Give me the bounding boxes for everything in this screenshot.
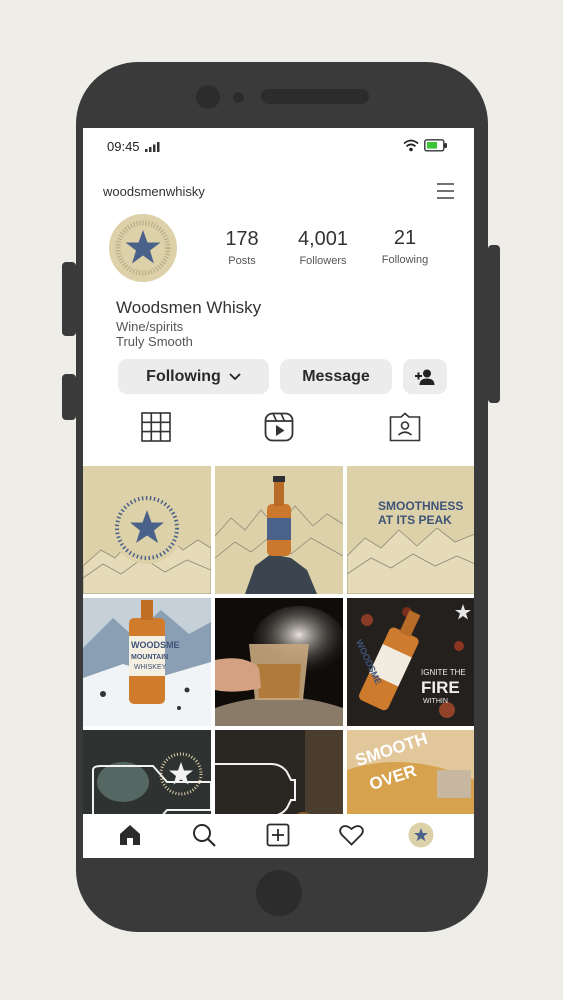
chevron-down-icon [229,372,241,380]
stat-posts[interactable]: 178 Posts [202,228,282,267]
wifi-icon [403,139,419,152]
post-5-artwork [215,606,343,726]
signal-icon [145,142,160,152]
stat-following-label: Following [381,254,429,266]
profile-bio: Truly Smooth [116,334,193,349]
stat-following-value: 21 [393,227,417,249]
post-4-label-1: WOODSME [131,640,180,650]
avatar[interactable] [109,214,177,282]
add-person-icon [415,369,435,385]
power-button [488,245,500,403]
tab-grid-icon[interactable] [141,412,171,442]
home-icon[interactable] [118,823,142,847]
post-tile-6[interactable]: WOODSME IGNITE THE FIRE WITHIN [347,598,474,726]
post-4-label-3: WHISKEY [134,664,167,671]
post-tile-1[interactable] [83,466,211,594]
post-3-headline-1: SMOOTHNESS [378,499,464,513]
stat-followers[interactable]: 4,001 Followers [283,228,363,267]
profile-avatar-icon[interactable] [408,822,434,848]
following-button-label: Following [146,367,221,385]
new-post-icon[interactable] [266,823,290,847]
front-camera [196,85,220,109]
post-3-headline-2: AT ITS PEAK [378,513,452,527]
search-icon[interactable] [192,823,216,847]
stat-followers-label: Followers [299,255,347,267]
heart-icon[interactable] [339,824,364,846]
post-4-artwork [83,598,211,726]
app-screen: 09:45 woodsmenwhisky 178 Posts 4,001 Fol… [83,128,474,858]
profile-name: Woodsmen Whisky [116,298,262,317]
stat-posts-label: Posts [228,255,256,267]
volume-up-button [62,262,76,336]
bottom-nav [83,814,474,858]
status-time: 09:45 [107,139,140,154]
earpiece-speaker [261,89,369,104]
tab-reels-icon[interactable] [264,412,294,442]
post-3-artwork [347,527,474,594]
post-6-headline-3: WITHIN [423,698,448,705]
post-tile-2[interactable] [215,466,343,594]
message-button[interactable]: Message [280,359,392,394]
following-button[interactable]: Following [118,359,269,394]
post-1-artwork [83,492,211,594]
post-4-label-2: MOUNTAIN [131,654,169,661]
volume-down-button [62,374,76,420]
post-tile-3[interactable]: SMOOTHNESS AT ITS PEAK [347,466,474,594]
menu-icon[interactable] [436,182,455,200]
tab-tagged-icon[interactable] [389,412,421,442]
add-user-button[interactable] [403,359,447,394]
stat-following[interactable]: 21 Following [365,227,445,266]
post-6-headline-2: FIRE [421,678,460,697]
post-6-headline-1: IGNITE THE [421,668,466,677]
post-2-artwork [215,476,343,594]
post-tile-4[interactable]: WOODSME MOUNTAIN WHISKEY [83,598,211,726]
profile-username: woodsmenwhisky [103,184,205,199]
post-tile-5[interactable] [215,598,343,726]
message-button-label: Message [302,367,370,385]
battery-icon [424,139,447,152]
sensor [233,92,244,103]
stat-followers-value: 4,001 [297,228,349,250]
home-button[interactable] [256,870,302,916]
stat-posts-value: 178 [225,228,259,250]
profile-category: Wine/spirits [116,319,184,334]
